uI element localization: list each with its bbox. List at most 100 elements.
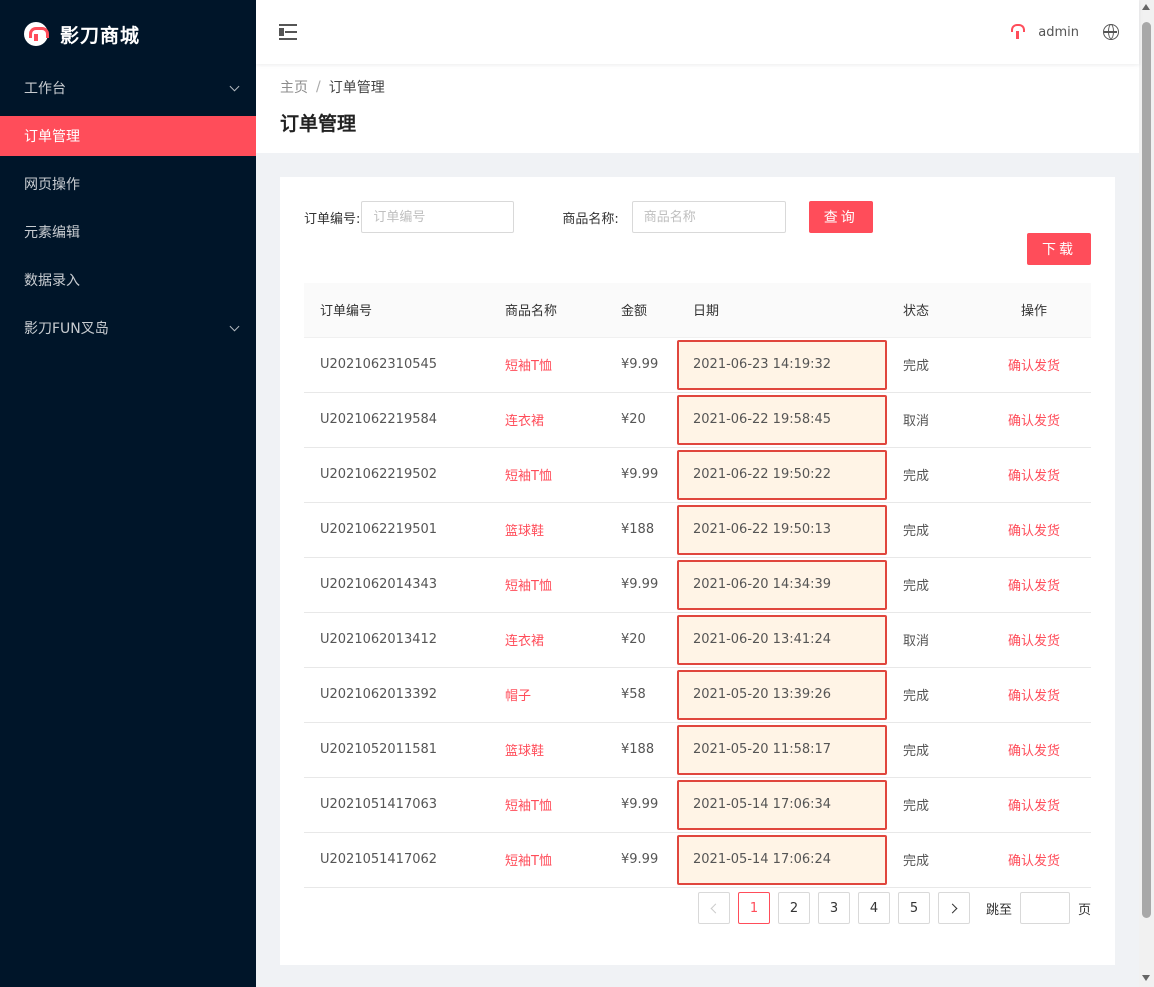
product-name-cell: 短袖T恤	[489, 337, 605, 393]
page-button[interactable]: 3	[817, 892, 850, 924]
next-page-button[interactable]	[937, 892, 970, 924]
table-row: U2021062014343 短袖T恤 ¥9.99 2021-06-20 14:34:…	[304, 557, 1091, 613]
table-row: U2021062219584 连衣裙 ¥20 2021-06-22 19:58:45 取…	[304, 392, 1091, 448]
column-header: 日期	[677, 283, 887, 338]
amount-cell: ¥58	[605, 667, 677, 723]
confirm-shipment-link[interactable]: 确认发货	[977, 832, 1091, 888]
user-avatar-icon[interactable]	[1010, 23, 1026, 41]
table-row: U2021062219501 篮球鞋 ¥188 2021-06-22 19:50:13…	[304, 502, 1091, 558]
column-header: 状态	[887, 283, 977, 338]
product-name-cell: 连衣裙	[489, 612, 605, 668]
confirm-shipment-link[interactable]: 确认发货	[977, 392, 1091, 448]
product-name-input[interactable]	[631, 201, 786, 233]
column-header: 订单编号	[304, 283, 489, 338]
status-cell: 取消	[887, 392, 977, 448]
table-row: U2021051417063 短袖T恤 ¥9.99 2021-05-14 17:06:…	[304, 777, 1091, 833]
confirm-shipment-link[interactable]: 确认发货	[977, 612, 1091, 668]
date-highlight-box: 2021-06-20 14:34:39	[677, 559, 887, 610]
sidebar-item-data-entry[interactable]: 数据录入	[0, 260, 256, 300]
sidebar-item-web-operation[interactable]: 网页操作	[0, 164, 256, 204]
date-cell: 2021-05-20 13:39:26	[677, 667, 887, 723]
chevron-down-icon	[229, 321, 240, 331]
table-row: U2021062013412 连衣裙 ¥20 2021-06-20 13:41:24 取…	[304, 612, 1091, 668]
amount-cell: ¥9.99	[605, 557, 677, 613]
brand[interactable]: 影刀商城	[0, 0, 256, 68]
product-name-cell: 短袖T恤	[489, 832, 605, 888]
order-number-input[interactable]	[361, 201, 515, 233]
jump-page-input[interactable]	[1019, 892, 1070, 924]
sidebar-item-label: 数据录入	[24, 273, 80, 289]
status-cell: 完成	[887, 722, 977, 778]
breadcrumb-current: 订单管理	[328, 80, 385, 96]
date-cell: 2021-06-22 19:50:22	[677, 447, 887, 503]
sidebar-item-label: 订单管理	[24, 129, 80, 145]
header-right: admin	[1010, 23, 1119, 41]
confirm-shipment-link[interactable]: 确认发货	[977, 722, 1091, 778]
product-name-cell: 篮球鞋	[489, 722, 605, 778]
username[interactable]: admin	[1038, 25, 1079, 40]
brand-name: 影刀商城	[60, 24, 141, 47]
umbrella-logo-icon	[24, 22, 49, 46]
order-number-cell: U2021062310545	[304, 337, 489, 393]
date-cell: 2021-05-14 17:06:24	[677, 832, 887, 888]
sidebar-item-fun-island[interactable]: 影刀FUN叉岛	[0, 308, 256, 348]
page-scrollbar[interactable]	[1139, 0, 1154, 987]
table-row: U2021062310545 短袖T恤 ¥9.99 2021-06-23 14:19:…	[304, 337, 1091, 393]
product-name-cell: 短袖T恤	[489, 447, 605, 503]
sidebar-item-workbench[interactable]: 工作台	[0, 68, 256, 108]
page-button[interactable]: 5	[897, 892, 930, 924]
breadcrumb-home[interactable]: 主页	[280, 77, 308, 97]
jump-label: 跳至	[985, 902, 1012, 918]
sidebar-item-orders[interactable]: 订单管理	[0, 116, 256, 156]
status-cell: 完成	[887, 502, 977, 558]
scroll-down-icon[interactable]	[1142, 975, 1150, 981]
date-highlight-box: 2021-06-22 19:50:22	[677, 449, 887, 500]
amount-cell: ¥9.99	[605, 337, 677, 393]
column-header: 金额	[605, 283, 677, 338]
download-button[interactable]: 下载	[1027, 233, 1091, 265]
order-number-cell: U2021051417063	[304, 777, 489, 833]
confirm-shipment-link[interactable]: 确认发货	[977, 557, 1091, 613]
query-button[interactable]: 查询	[808, 201, 873, 233]
confirm-shipment-link[interactable]: 确认发货	[977, 447, 1091, 503]
sidebar-item-label: 工作台	[24, 81, 66, 97]
date-highlight-box: 2021-05-14 17:06:24	[677, 834, 887, 885]
status-cell: 完成	[887, 832, 977, 888]
sidebar-item-label: 元素编辑	[24, 225, 80, 241]
date-cell: 2021-06-23 14:19:32	[677, 337, 887, 393]
order-number-cell: U2021062014343	[304, 557, 489, 613]
amount-cell: ¥20	[605, 612, 677, 668]
order-number-cell: U2021062013392	[304, 667, 489, 723]
breadcrumb-separator: /	[316, 79, 321, 95]
confirm-shipment-link[interactable]: 确认发货	[977, 777, 1091, 833]
sidebar-menu: 工作台 订单管理 网页操作 元素编辑 数据录入 影刀FUN叉岛	[0, 68, 256, 348]
globe-icon[interactable]	[1103, 24, 1119, 40]
page-button[interactable]: 4	[857, 892, 890, 924]
jump-suffix: 页	[1077, 902, 1091, 918]
date-highlight-box: 2021-05-14 17:06:34	[677, 779, 887, 830]
page-button[interactable]: 2	[777, 892, 810, 924]
orders-card: 订单编号: 商品名称: 查询 下载 订单编号 商品名称 金额 日期 状态 操作 …	[280, 177, 1115, 965]
page-button[interactable]: 1	[737, 892, 770, 924]
product-name-cell: 帽子	[489, 667, 605, 723]
chevron-left-icon	[710, 903, 721, 913]
confirm-shipment-link[interactable]: 确认发货	[977, 667, 1091, 723]
table-row: U2021062219502 短袖T恤 ¥9.99 2021-06-22 19:50:…	[304, 447, 1091, 503]
scroll-up-icon[interactable]	[1142, 4, 1150, 10]
menu-fold-icon[interactable]	[279, 24, 297, 40]
status-cell: 取消	[887, 612, 977, 668]
amount-cell: ¥9.99	[605, 447, 677, 503]
chevron-down-icon	[229, 81, 240, 91]
scroll-thumb[interactable]	[1142, 22, 1151, 918]
column-header: 操作	[977, 283, 1091, 338]
prev-page-button[interactable]	[697, 892, 730, 924]
confirm-shipment-link[interactable]: 确认发货	[977, 502, 1091, 558]
date-cell: 2021-05-14 17:06:34	[677, 777, 887, 833]
status-cell: 完成	[887, 777, 977, 833]
confirm-shipment-link[interactable]: 确认发货	[977, 337, 1091, 393]
column-header: 商品名称	[489, 283, 605, 338]
status-cell: 完成	[887, 557, 977, 613]
status-cell: 完成	[887, 447, 977, 503]
sidebar-item-element-edit[interactable]: 元素编辑	[0, 212, 256, 252]
amount-cell: ¥9.99	[605, 777, 677, 833]
